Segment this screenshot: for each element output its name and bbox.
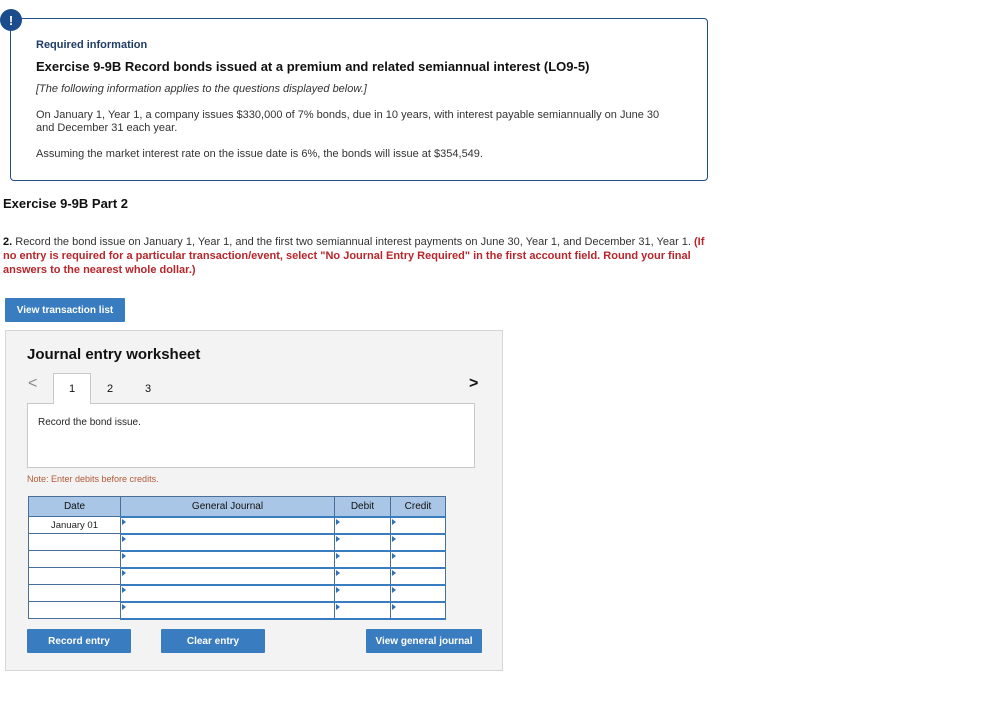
debit-field[interactable] bbox=[334, 515, 391, 535]
account-field[interactable] bbox=[120, 549, 335, 569]
alert-icon: ! bbox=[0, 9, 22, 31]
problem-paragraph-2: Assuming the market interest rate on the… bbox=[36, 148, 483, 160]
debit-field[interactable] bbox=[334, 532, 391, 552]
applies-note: [The following information applies to th… bbox=[36, 83, 367, 95]
credit-field[interactable] bbox=[390, 549, 446, 569]
debits-credits-note: Note: Enter debits before credits. bbox=[27, 474, 159, 484]
instructions: 2. Record the bond issue on January 1, Y… bbox=[3, 235, 709, 277]
table-row bbox=[28, 532, 446, 552]
account-field[interactable] bbox=[120, 583, 335, 603]
date-cell[interactable] bbox=[28, 567, 121, 585]
transaction-description: Record the bond issue. bbox=[27, 403, 475, 468]
chevron-left-icon[interactable]: < bbox=[28, 375, 37, 393]
journal-entry-worksheet: Journal entry worksheet < 1 2 3 > Record… bbox=[5, 330, 503, 671]
worksheet-title: Journal entry worksheet bbox=[27, 346, 201, 363]
credit-header: Credit bbox=[390, 496, 446, 517]
problem-paragraph-1: On January 1, Year 1, a company issues $… bbox=[36, 109, 660, 134]
clear-entry-button[interactable]: Clear entry bbox=[161, 629, 265, 653]
tab-2[interactable]: 2 bbox=[98, 373, 122, 404]
date-cell[interactable]: January 01 bbox=[28, 516, 121, 534]
general-journal-header: General Journal bbox=[120, 496, 335, 517]
exercise-title: Exercise 9-9B Record bonds issued at a p… bbox=[36, 59, 590, 74]
credit-field[interactable] bbox=[390, 600, 446, 620]
table-row bbox=[28, 566, 446, 586]
date-cell[interactable] bbox=[28, 550, 121, 568]
tab-3[interactable]: 3 bbox=[136, 373, 160, 404]
table-row bbox=[28, 600, 446, 620]
chevron-right-icon[interactable]: > bbox=[469, 375, 478, 393]
instruction-text: Record the bond issue on January 1, Year… bbox=[12, 236, 695, 248]
tab-1[interactable]: 1 bbox=[53, 373, 91, 404]
credit-field[interactable] bbox=[390, 583, 446, 603]
debit-field[interactable] bbox=[334, 583, 391, 603]
date-cell[interactable] bbox=[28, 584, 121, 602]
credit-field[interactable] bbox=[390, 532, 446, 552]
part-title: Exercise 9-9B Part 2 bbox=[3, 196, 129, 211]
table-row: January 01 bbox=[28, 515, 446, 535]
debit-field[interactable] bbox=[334, 600, 391, 620]
date-cell[interactable] bbox=[28, 533, 121, 551]
debit-field[interactable] bbox=[334, 549, 391, 569]
debit-header: Debit bbox=[334, 496, 391, 517]
required-information-label: Required information bbox=[36, 39, 148, 51]
record-entry-button[interactable]: Record entry bbox=[27, 629, 131, 653]
required-information-box: Required information Exercise 9-9B Recor… bbox=[10, 18, 708, 181]
question-number: 2. bbox=[3, 236, 13, 248]
account-field[interactable] bbox=[120, 515, 335, 535]
view-general-journal-button[interactable]: View general journal bbox=[366, 629, 482, 653]
transaction-description-text: Record the bond issue. bbox=[38, 417, 141, 428]
account-field[interactable] bbox=[120, 532, 335, 552]
view-transaction-list-button[interactable]: View transaction list bbox=[5, 298, 125, 322]
table-row bbox=[28, 549, 446, 569]
table-row bbox=[28, 583, 446, 603]
credit-field[interactable] bbox=[390, 566, 446, 586]
journal-header-row: Date General Journal Debit Credit bbox=[28, 496, 446, 517]
credit-field[interactable] bbox=[390, 515, 446, 535]
date-header: Date bbox=[28, 496, 121, 517]
date-cell[interactable] bbox=[28, 601, 121, 619]
account-field[interactable] bbox=[120, 600, 335, 620]
debit-field[interactable] bbox=[334, 566, 391, 586]
journal-table: Date General Journal Debit Credit Januar… bbox=[28, 496, 446, 620]
account-field[interactable] bbox=[120, 566, 335, 586]
